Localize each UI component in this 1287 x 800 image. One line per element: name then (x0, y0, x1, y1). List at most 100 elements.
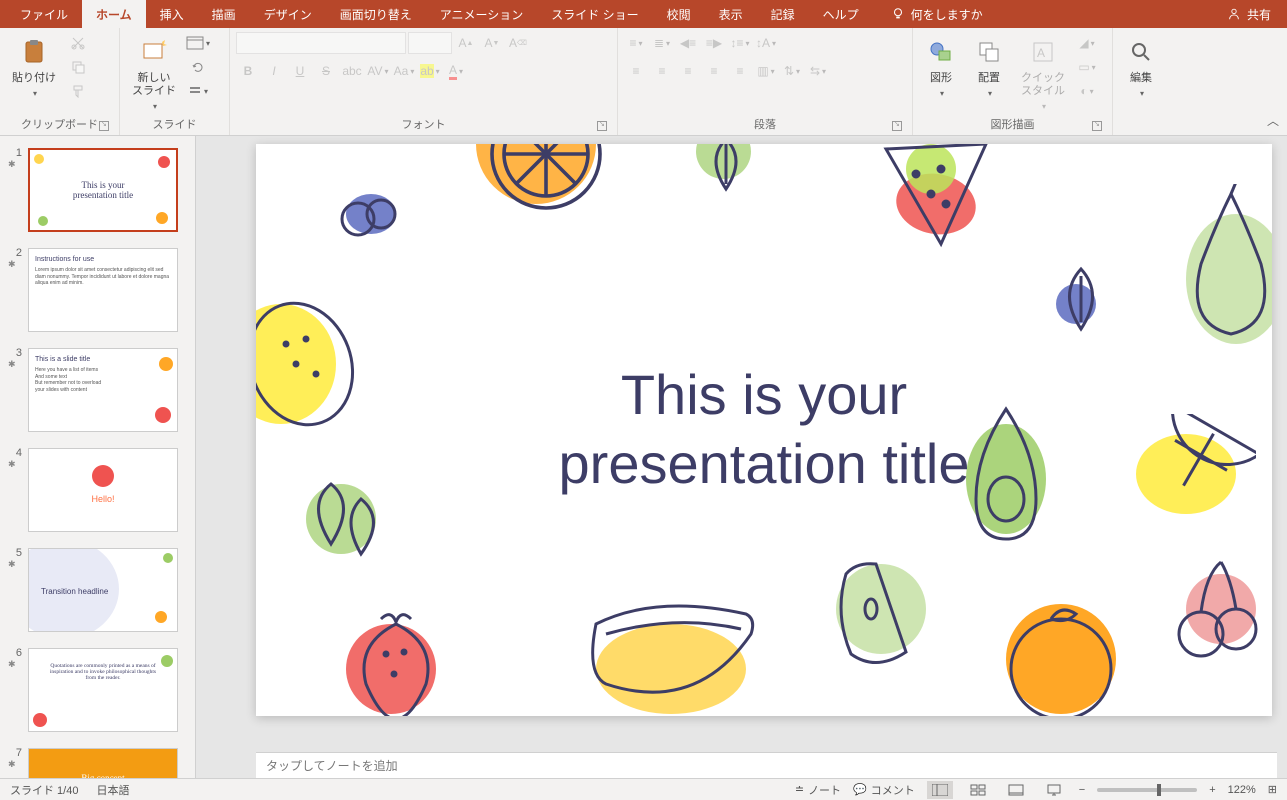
font-dialog-launcher[interactable] (597, 121, 607, 131)
comments-toggle[interactable]: 💬コメント (853, 782, 915, 798)
slide-sorter-view-button[interactable] (965, 781, 991, 799)
cut-button[interactable] (66, 32, 90, 54)
tab-draw[interactable]: 描画 (198, 0, 250, 28)
italic-button[interactable]: I (262, 60, 286, 82)
paragraph-dialog-launcher[interactable] (892, 121, 902, 131)
reset-button[interactable] (186, 56, 210, 78)
tab-design[interactable]: デザイン (250, 0, 326, 28)
thumbnail-5[interactable]: 5✱ Transition headline (0, 544, 195, 644)
shape-outline-button[interactable]: ▭▾ (1075, 56, 1099, 78)
bold-button[interactable]: B (236, 60, 260, 82)
clipboard-dialog-launcher[interactable] (99, 121, 109, 131)
tab-slideshow[interactable]: スライド ショー (537, 0, 652, 28)
collapse-ribbon-button[interactable]: ︿ (1267, 112, 1279, 129)
highlight-button[interactable]: ab▾ (418, 60, 442, 82)
font-size-combo[interactable] (408, 32, 452, 54)
zoom-out-button[interactable]: − (1079, 784, 1085, 796)
normal-view-button[interactable] (927, 781, 953, 799)
layout-button[interactable]: ▾ (186, 32, 210, 54)
zoom-in-button[interactable]: + (1209, 784, 1215, 796)
slide-counter: スライド 1/40 (10, 782, 78, 798)
align-right-button[interactable]: ≡ (676, 60, 700, 82)
tab-insert[interactable]: 挿入 (146, 0, 198, 28)
align-left-button[interactable]: ≡ (624, 60, 648, 82)
bullets-button[interactable]: ≡▾ (624, 32, 648, 54)
shape-effects-button[interactable]: ◐▾ (1075, 80, 1099, 102)
thumbnail-3[interactable]: 3✱ This is a slide titleHere you have a … (0, 344, 195, 444)
zoom-level[interactable]: 122% (1228, 784, 1256, 796)
shadow-button[interactable]: abc (340, 60, 364, 82)
tab-help[interactable]: ヘルプ (809, 0, 873, 28)
align-text-button[interactable]: ⇅▾ (780, 60, 804, 82)
tab-transitions[interactable]: 画面切り替え (326, 0, 426, 28)
new-slide-button[interactable]: 新しい スライド ▾ (126, 32, 182, 115)
notes-toggle[interactable]: ≐ノート (795, 782, 841, 798)
slide[interactable]: This is your presentation title (256, 144, 1272, 716)
thumbnail-preview: This is a slide titleHere you have a lis… (28, 348, 178, 432)
align-center-button[interactable]: ≡ (650, 60, 674, 82)
thumbnail-6[interactable]: 6✱ Quotations are commonly printed as a … (0, 644, 195, 744)
thumbnail-4[interactable]: 4✱ Hello! (0, 444, 195, 544)
underline-button[interactable]: U (288, 60, 312, 82)
tab-animations[interactable]: アニメーション (426, 0, 538, 28)
paste-button[interactable]: 貼り付け ▾ (6, 32, 62, 102)
tell-me-search[interactable]: 何をしますか (873, 0, 997, 28)
tab-review[interactable]: 校閲 (653, 0, 705, 28)
tab-home[interactable]: ホーム (82, 0, 146, 28)
lightbulb-icon (891, 7, 905, 21)
language-indicator[interactable]: 日本語 (96, 782, 129, 798)
slideshow-view-button[interactable] (1041, 781, 1067, 799)
smartart-button[interactable]: ⇆▾ (806, 60, 830, 82)
thumbnail-7[interactable]: 7✱ Big concept (0, 744, 195, 778)
clipboard-icon (18, 36, 50, 68)
change-case-button[interactable]: Aa▾ (392, 60, 416, 82)
share-button[interactable]: 共有 (1211, 0, 1287, 28)
fit-to-window-button[interactable]: ⊞ (1268, 783, 1277, 796)
tab-file[interactable]: ファイル (6, 0, 82, 28)
increase-font-button[interactable]: A▲ (454, 32, 478, 54)
zoom-slider[interactable] (1097, 788, 1197, 792)
line-spacing-button[interactable]: ↕≡▾ (728, 32, 752, 54)
decrease-indent-button[interactable]: ◀≡ (676, 32, 700, 54)
columns-button[interactable]: ▥▾ (754, 60, 778, 82)
drawing-dialog-launcher[interactable] (1092, 121, 1102, 131)
strikethrough-button[interactable]: S (314, 60, 338, 82)
zoom-slider-thumb[interactable] (1157, 784, 1161, 796)
notes-pane[interactable]: タップしてノートを追加 (256, 752, 1277, 778)
copy-button[interactable] (66, 56, 90, 78)
thumbnail-2[interactable]: 2✱ Instructions for useLorem ipsum dolor… (0, 244, 195, 344)
shape-fill-button[interactable]: ◢▾ (1075, 32, 1099, 54)
reading-view-button[interactable] (1003, 781, 1029, 799)
thumbnail-number: 6✱ (8, 648, 22, 670)
char-spacing-button[interactable]: AV▾ (366, 60, 390, 82)
arrange-button[interactable]: 配置▾ (967, 32, 1011, 102)
text-direction-button[interactable]: ↕A▾ (754, 32, 778, 54)
clear-formatting-button[interactable]: A⌫ (506, 32, 530, 54)
thumbnail-preview: Quotations are commonly printed as a mea… (28, 648, 178, 732)
slide-title-text[interactable]: This is your presentation title (559, 361, 970, 499)
font-family-combo[interactable] (236, 32, 406, 54)
leaf-icon (1046, 264, 1116, 334)
thumbnail-1[interactable]: 1✱ This is your presentation title (0, 144, 195, 244)
ribbon-group-font: A▲ A▼ A⌫ B I U S abc AV▾ Aa▾ ab▾ A▾ フォント (230, 28, 618, 135)
increase-indent-button[interactable]: ≡▶ (702, 32, 726, 54)
numbering-button[interactable]: ≣▾ (650, 32, 674, 54)
slide-canvas-viewport[interactable]: This is your presentation title (256, 144, 1277, 744)
editing-button[interactable]: 編集▾ (1119, 32, 1163, 102)
section-button[interactable]: ▾ (186, 80, 210, 102)
font-color-button[interactable]: A▾ (444, 60, 468, 82)
search-icon (1125, 36, 1157, 68)
shapes-button[interactable]: 図形▾ (919, 32, 963, 102)
quick-styles-icon: A (1027, 36, 1059, 68)
share-label: 共有 (1247, 6, 1271, 23)
tab-recording[interactable]: 記録 (757, 0, 809, 28)
orange-icon (996, 594, 1126, 716)
slide-thumbnail-panel[interactable]: 1✱ This is your presentation title 2✱ In… (0, 136, 196, 778)
tab-view[interactable]: 表示 (705, 0, 757, 28)
quick-styles-button[interactable]: A クイック スタイル▾ (1015, 32, 1071, 115)
distribute-button[interactable]: ≡ (728, 60, 752, 82)
ribbon: 貼り付け ▾ クリップボード 新しい スライド ▾ ▾ ▾ (0, 28, 1287, 136)
decrease-font-button[interactable]: A▼ (480, 32, 504, 54)
format-painter-button[interactable] (66, 80, 90, 102)
justify-button[interactable]: ≡ (702, 60, 726, 82)
